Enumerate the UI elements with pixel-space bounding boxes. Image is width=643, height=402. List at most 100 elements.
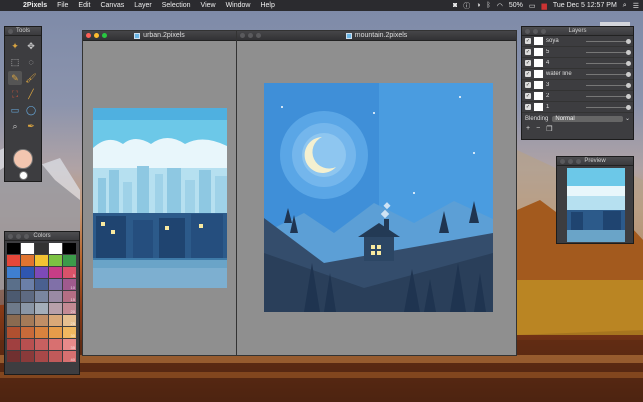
opacity-slider[interactable] — [586, 60, 631, 66]
color-swatch[interactable] — [49, 303, 62, 314]
add-layer-icon[interactable]: + — [526, 125, 530, 133]
color-swatch[interactable] — [35, 351, 48, 362]
color-swatch[interactable] — [7, 243, 20, 254]
color-swatch[interactable]: 10 — [63, 279, 76, 290]
slider-handle[interactable] — [626, 38, 631, 44]
slider-handle[interactable] — [626, 71, 631, 77]
opacity-slider[interactable] — [586, 93, 631, 99]
close-icon[interactable] — [8, 234, 13, 239]
background-color-swatch[interactable] — [19, 171, 28, 180]
menu-layer[interactable]: Layer — [129, 2, 157, 9]
battery-percent[interactable]: 50% — [509, 2, 523, 9]
ellipse-icon[interactable]: ◯ — [24, 103, 38, 117]
bluetooth-icon[interactable]: ᛒ — [487, 2, 491, 9]
color-swatch[interactable] — [7, 351, 20, 362]
lasso-icon[interactable]: ◌ — [24, 55, 38, 69]
color-swatch[interactable]: 30 — [63, 327, 76, 338]
color-swatch[interactable] — [7, 267, 20, 278]
close-icon[interactable] — [240, 33, 245, 38]
menu-app-name[interactable]: 2Pixels — [18, 2, 52, 9]
menu-window[interactable]: Window — [221, 2, 256, 9]
color-swatch[interactable] — [35, 315, 48, 326]
color-swatch[interactable] — [49, 351, 62, 362]
color-swatch[interactable] — [63, 243, 76, 254]
opacity-slider[interactable] — [586, 71, 631, 77]
color-swatch[interactable] — [21, 327, 34, 338]
color-swatch[interactable] — [49, 267, 62, 278]
zoom-icon[interactable] — [541, 29, 546, 34]
circle-icon[interactable]: ◑ — [476, 2, 480, 9]
minimize-icon[interactable] — [248, 33, 253, 38]
color-swatch[interactable] — [35, 267, 48, 278]
visibility-checkbox[interactable]: ✓ — [525, 38, 531, 44]
layer-row[interactable]: ✓ 3 — [522, 80, 633, 91]
bucket-icon[interactable]: ⛶ — [8, 87, 22, 101]
info-icon[interactable]: ⓘ — [463, 1, 470, 11]
rectangle-icon[interactable]: ▭ — [8, 103, 22, 117]
color-swatch[interactable]: 20 — [63, 303, 76, 314]
color-swatch[interactable] — [21, 315, 34, 326]
layer-row[interactable]: ✓ 2 — [522, 91, 633, 102]
close-icon[interactable] — [525, 29, 530, 34]
close-icon[interactable] — [86, 33, 91, 38]
mountain-canvas[interactable] — [264, 83, 493, 312]
visibility-checkbox[interactable]: ✓ — [525, 60, 531, 66]
slider-handle[interactable] — [626, 60, 631, 66]
menu-selection[interactable]: Selection — [157, 2, 196, 9]
opacity-slider[interactable] — [586, 49, 631, 55]
color-swatch[interactable]: 35 — [63, 339, 76, 350]
color-swatch[interactable] — [49, 255, 62, 266]
marquee-icon[interactable]: ⬚ — [8, 55, 22, 69]
color-swatch[interactable] — [49, 279, 62, 290]
color-swatch[interactable] — [21, 255, 34, 266]
color-swatch[interactable] — [49, 291, 62, 302]
menu-edit[interactable]: Edit — [73, 2, 95, 9]
preview-panel-titlebar[interactable]: Preview — [557, 157, 633, 166]
wifi-icon[interactable]: ◠ — [497, 2, 503, 10]
color-swatch[interactable] — [21, 267, 34, 278]
layer-row[interactable]: ✓ water line — [522, 69, 633, 80]
chevron-down-icon[interactable]: ⌄ — [625, 115, 630, 122]
color-swatch[interactable]: 40 — [63, 351, 76, 362]
minimize-icon[interactable] — [94, 33, 99, 38]
visibility-checkbox[interactable]: ✓ — [525, 71, 531, 77]
visibility-checkbox[interactable]: ✓ — [525, 49, 531, 55]
layers-panel-titlebar[interactable]: Layers — [522, 27, 633, 36]
menu-file[interactable]: File — [52, 2, 73, 9]
layer-row[interactable]: ✓ soya — [522, 36, 633, 47]
minimize-icon[interactable] — [533, 29, 538, 34]
color-swatch[interactable] — [35, 243, 48, 254]
zoom-icon[interactable]: ⌕ — [8, 119, 22, 133]
minimize-icon[interactable] — [568, 159, 573, 164]
color-swatch[interactable] — [35, 291, 48, 302]
color-swatch[interactable] — [35, 255, 48, 266]
color-swatch[interactable] — [7, 255, 20, 266]
zoom-icon[interactable] — [24, 234, 29, 239]
slider-handle[interactable] — [626, 93, 631, 99]
color-swatch[interactable] — [49, 339, 62, 350]
color-swatch[interactable] — [35, 339, 48, 350]
close-icon[interactable] — [560, 159, 565, 164]
color-swatch[interactable] — [21, 339, 34, 350]
color-swatch[interactable]: 5 — [63, 267, 76, 278]
urban-canvas[interactable] — [93, 108, 227, 288]
color-swatch[interactable] — [49, 327, 62, 338]
color-swatch[interactable] — [49, 315, 62, 326]
color-swatch[interactable] — [7, 291, 20, 302]
tools-panel-titlebar[interactable]: Tools — [5, 27, 41, 36]
battery-icon[interactable]: ▭ — [529, 2, 536, 10]
opacity-slider[interactable] — [586, 82, 631, 88]
color-swatch[interactable] — [35, 303, 48, 314]
remove-layer-icon[interactable]: − — [536, 125, 540, 133]
close-icon[interactable] — [8, 29, 13, 34]
slider-handle[interactable] — [626, 104, 631, 110]
layer-row[interactable]: ✓ 5 — [522, 47, 633, 58]
color-swatch[interactable] — [35, 279, 48, 290]
color-swatch[interactable] — [63, 255, 76, 266]
visibility-checkbox[interactable]: ✓ — [525, 104, 531, 110]
blending-select[interactable]: Normal — [552, 115, 623, 122]
color-swatch[interactable] — [35, 327, 48, 338]
color-swatch[interactable] — [7, 279, 20, 290]
zoom-icon[interactable] — [576, 159, 581, 164]
move-icon[interactable]: ✥ — [24, 39, 38, 53]
